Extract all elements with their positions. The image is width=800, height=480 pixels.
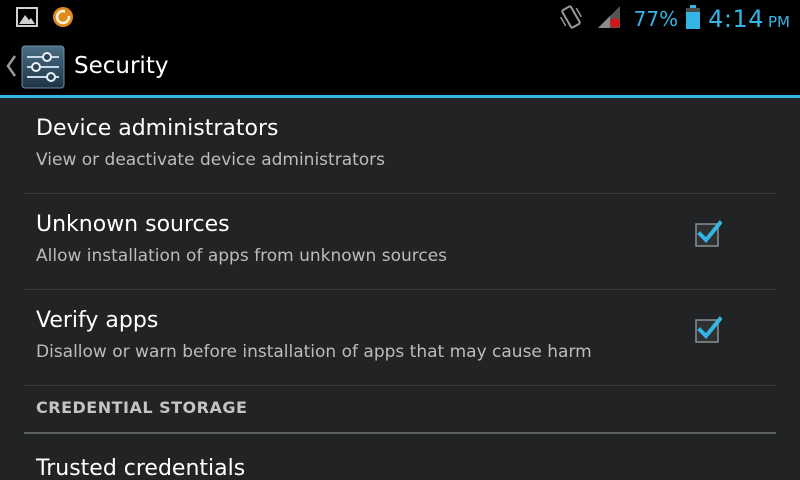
vibrate-icon [558, 4, 584, 34]
signal-icon [596, 4, 622, 34]
clock-time: 4:14 [708, 5, 764, 33]
clock-ampm: PM [768, 13, 790, 31]
pref-trusted-credentials[interactable]: Trusted credentials [24, 434, 776, 480]
checkmark-icon [695, 220, 723, 247]
pref-title: Verify apps [36, 308, 159, 333]
action-bar: Security [0, 38, 800, 95]
battery-icon [686, 5, 701, 33]
preference-list: Device administrators View or deactivate… [24, 98, 776, 480]
settings-sliders-icon[interactable] [21, 45, 65, 93]
pref-summary: Disallow or warn before installation of … [36, 342, 592, 362]
security-settings-screen: 77% 4:14 PM Security Device administrato… [0, 0, 800, 480]
chevron-left-icon[interactable] [4, 54, 18, 82]
battery-percent: 77% [633, 7, 679, 31]
notification-icons [16, 6, 74, 32]
pref-title: Device administrators [36, 116, 279, 141]
pref-device-administrators[interactable]: Device administrators View or deactivate… [24, 98, 776, 194]
pref-summary: View or deactivate device administrators [36, 150, 386, 170]
category-label: CREDENTIAL STORAGE [36, 398, 248, 417]
pref-title: Unknown sources [36, 212, 230, 237]
category-header-credential-storage: CREDENTIAL STORAGE [24, 386, 776, 434]
page-title: Security [74, 53, 169, 79]
system-status: 77% 4:14 PM [558, 4, 790, 34]
pref-unknown-sources[interactable]: Unknown sources Allow installation of ap… [24, 194, 776, 290]
pref-title: Trusted credentials [36, 456, 246, 480]
gallery-icon [16, 7, 38, 31]
unknown-sources-checkbox[interactable] [694, 220, 723, 248]
pref-verify-apps[interactable]: Verify apps Disallow or warn before inst… [24, 290, 776, 386]
checkmark-icon [695, 316, 723, 343]
download-badge-icon [52, 6, 74, 32]
verify-apps-checkbox[interactable] [694, 316, 723, 344]
status-bar: 77% 4:14 PM [0, 0, 800, 38]
pref-summary: Allow installation of apps from unknown … [36, 246, 448, 266]
